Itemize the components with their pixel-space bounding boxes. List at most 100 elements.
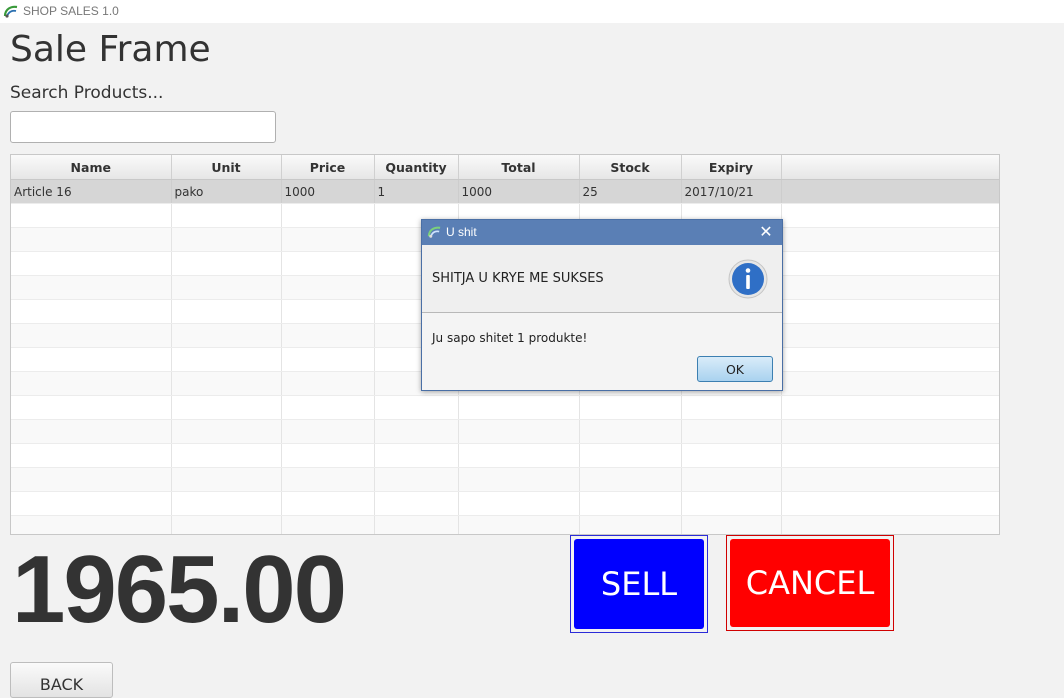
table-row-empty[interactable] [11,515,999,534]
cell-stock[interactable]: 25 [579,179,682,204]
column-header-unit[interactable]: Unit [171,155,282,180]
table-cell-empty[interactable] [781,203,999,228]
sell-button[interactable]: SELL [574,539,704,629]
table-cell-empty[interactable] [11,323,172,348]
search-input[interactable] [10,111,276,143]
table-cell-empty[interactable] [171,467,282,492]
column-header-name[interactable]: Name [11,155,172,180]
table-cell-empty[interactable] [781,491,999,516]
table-cell-empty[interactable] [281,323,375,348]
table-cell-empty[interactable] [781,515,999,534]
table-cell-empty[interactable] [11,419,172,444]
table-cell-empty[interactable] [374,395,459,420]
table-cell-empty[interactable] [458,443,580,468]
table-cell-empty[interactable] [11,251,172,276]
table-cell-empty[interactable] [781,371,999,396]
table-row-empty[interactable] [11,395,999,420]
table-cell-empty[interactable] [681,515,782,534]
table-cell-empty[interactable] [281,467,375,492]
table-cell-empty[interactable] [374,515,459,534]
column-header-total[interactable]: Total [458,155,580,180]
table-cell-empty[interactable] [281,251,375,276]
table-cell-empty[interactable] [171,227,282,252]
dialog-titlebar[interactable]: U shit ✕ [422,220,782,245]
table-row-empty[interactable] [11,419,999,444]
table-cell-empty[interactable] [11,347,172,372]
close-icon[interactable]: ✕ [758,223,774,241]
table-cell-empty[interactable] [171,395,282,420]
table-cell-empty[interactable] [281,395,375,420]
table-cell-empty[interactable] [781,467,999,492]
table-cell-empty[interactable] [374,467,459,492]
table-cell-empty[interactable] [171,419,282,444]
table-cell-empty[interactable] [281,491,375,516]
table-cell-empty[interactable] [281,419,375,444]
table-cell-empty[interactable] [681,467,782,492]
table-cell-empty[interactable] [579,515,682,534]
table-cell-empty[interactable] [579,395,682,420]
table-cell-empty[interactable] [171,323,282,348]
table-cell-empty[interactable] [781,347,999,372]
table-cell-empty[interactable] [11,395,172,420]
cell-quantity[interactable]: 1 [374,179,459,204]
table-row[interactable]: Article 16 pako 1000 1 1000 25 2017/10/2… [11,179,999,204]
table-cell-empty[interactable] [374,419,459,444]
table-cell-empty[interactable] [374,443,459,468]
table-cell-empty[interactable] [171,275,282,300]
column-header-stock[interactable]: Stock [579,155,682,180]
table-cell-empty[interactable] [281,299,375,324]
table-cell-empty[interactable] [281,347,375,372]
column-header-price[interactable]: Price [281,155,375,180]
back-button[interactable]: BACK [10,662,113,698]
table-cell-empty[interactable] [171,251,282,276]
table-cell-empty[interactable] [458,491,580,516]
table-cell-empty[interactable] [171,371,282,396]
table-cell-empty[interactable] [11,299,172,324]
table-cell-empty[interactable] [374,491,459,516]
table-cell-empty[interactable] [281,203,375,228]
table-cell-empty[interactable] [171,491,282,516]
table-cell-empty[interactable] [458,395,580,420]
table-cell-empty[interactable] [171,347,282,372]
table-cell-empty[interactable] [781,443,999,468]
table-cell-empty[interactable] [11,467,172,492]
table-cell-empty[interactable] [579,467,682,492]
table-cell-empty[interactable] [11,371,172,396]
table-row-empty[interactable] [11,467,999,492]
table-cell-empty[interactable] [781,227,999,252]
cancel-button[interactable]: CANCEL [730,539,890,627]
table-cell-empty[interactable] [579,491,682,516]
table-cell-empty[interactable] [781,419,999,444]
table-cell-empty[interactable] [171,299,282,324]
table-cell-empty[interactable] [11,227,172,252]
table-cell-empty[interactable] [781,275,999,300]
table-cell-empty[interactable] [781,251,999,276]
table-cell-empty[interactable] [681,419,782,444]
cell-price[interactable]: 1000 [281,179,375,204]
table-cell-empty[interactable] [11,491,172,516]
table-cell-empty[interactable] [781,395,999,420]
cell-expiry[interactable]: 2017/10/21 [681,179,782,204]
table-cell-empty[interactable] [11,515,172,534]
table-cell-empty[interactable] [171,443,282,468]
table-cell-empty[interactable] [171,515,282,534]
column-header-expiry[interactable]: Expiry [681,155,782,180]
table-cell-empty[interactable] [281,443,375,468]
cell-total[interactable]: 1000 [458,179,580,204]
table-cell-empty[interactable] [11,443,172,468]
table-cell-empty[interactable] [171,203,282,228]
table-cell-empty[interactable] [458,419,580,444]
table-cell-empty[interactable] [681,395,782,420]
table-cell-empty[interactable] [781,323,999,348]
table-cell-empty[interactable] [281,275,375,300]
table-cell-empty[interactable] [579,419,682,444]
table-cell-empty[interactable] [11,275,172,300]
table-cell-empty[interactable] [458,467,580,492]
table-cell-empty[interactable] [781,299,999,324]
cell-name[interactable]: Article 16 [11,179,172,204]
table-cell-empty[interactable] [681,491,782,516]
table-cell-empty[interactable] [281,227,375,252]
table-cell-empty[interactable] [579,443,682,468]
table-cell-empty[interactable] [458,515,580,534]
table-row-empty[interactable] [11,443,999,468]
